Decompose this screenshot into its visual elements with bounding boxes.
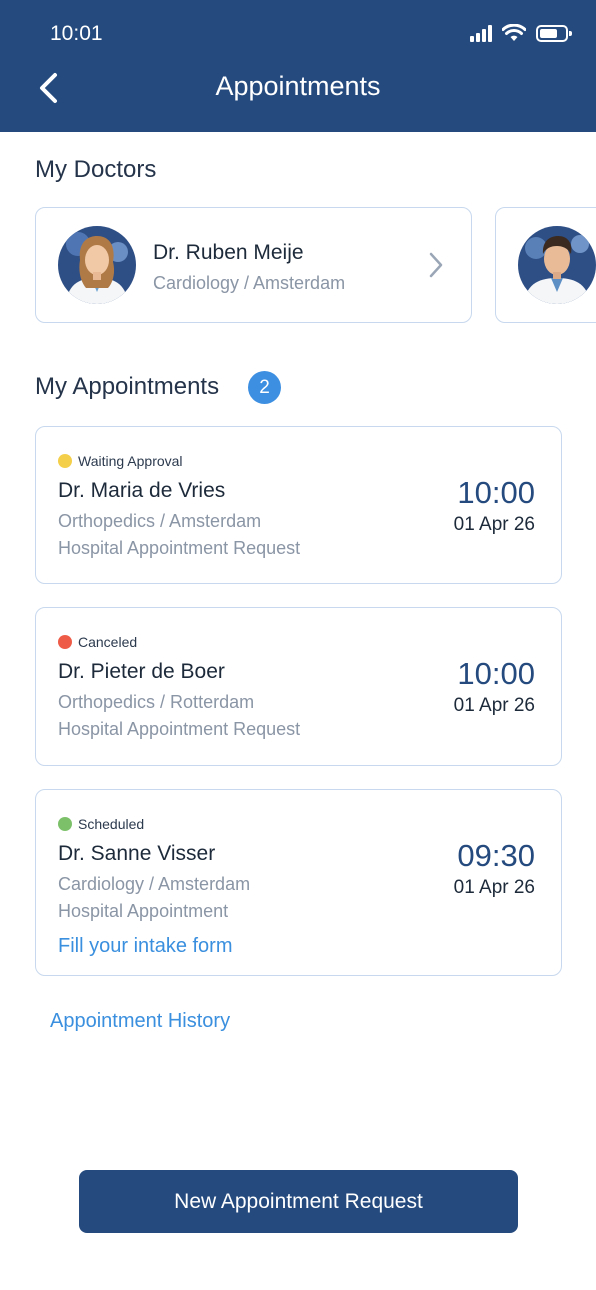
status-bar-time: 10:01 xyxy=(50,22,103,45)
status-bar-icons xyxy=(470,24,572,42)
my-doctors-heading: My Doctors xyxy=(35,156,157,183)
status-dot-green xyxy=(58,817,72,831)
battery-icon xyxy=(536,24,572,42)
my-appointments-heading: My Appointments xyxy=(35,373,220,400)
status-indicator: Canceled xyxy=(58,634,137,650)
appointment-doctor-name: Dr. Maria de Vries xyxy=(58,479,226,502)
doctor-card[interactable] xyxy=(495,207,596,323)
appointment-time: 09:30 xyxy=(457,838,535,873)
appointment-specialty: Orthopedics / Amsterdam xyxy=(58,511,262,531)
intake-form-link[interactable]: Fill your intake form xyxy=(58,935,233,958)
chevron-right-icon xyxy=(429,252,443,278)
status-label: Waiting Approval xyxy=(78,453,183,469)
appointment-date: 01 Apr 26 xyxy=(453,514,535,535)
app-header: 10:01 Appointments xyxy=(0,0,596,132)
appointment-date: 01 Apr 26 xyxy=(453,877,535,898)
appointment-type: Hospital Appointment xyxy=(58,901,229,921)
appointment-date: 01 Apr 26 xyxy=(453,695,535,716)
appointment-type: Hospital Appointment Request xyxy=(58,538,301,558)
doctor-avatar xyxy=(58,226,136,304)
status-label: Scheduled xyxy=(78,816,145,832)
cellular-signal-icon xyxy=(470,24,492,42)
appointment-history-link[interactable]: Appointment History xyxy=(50,1010,230,1033)
appointment-doctor-name: Dr. Pieter de Boer xyxy=(58,660,225,683)
appointment-specialty: Cardiology / Amsterdam xyxy=(58,874,251,894)
doctor-avatar xyxy=(518,226,596,304)
appointment-card[interactable]: Waiting Approval Dr. Maria de Vries Orth… xyxy=(35,426,562,584)
appointment-time: 10:00 xyxy=(457,475,535,510)
status-indicator: Scheduled xyxy=(58,816,144,832)
wifi-icon xyxy=(502,24,526,41)
appointment-specialty: Orthopedics / Rotterdam xyxy=(58,692,255,712)
appointment-type: Hospital Appointment Request xyxy=(58,719,301,739)
new-appointment-request-button[interactable]: New Appointment Request xyxy=(79,1170,518,1233)
appointment-card[interactable]: Canceled Dr. Pieter de Boer Orthopedics … xyxy=(35,607,562,766)
doctor-specialty: Cardiology / Amsterdam xyxy=(153,273,346,293)
status-indicator: Waiting Approval xyxy=(58,453,183,469)
appointments-count-badge: 2 xyxy=(248,371,281,404)
appointment-time: 10:00 xyxy=(457,656,535,691)
doctor-name: Dr. Ruben Meije xyxy=(153,241,304,264)
doctor-card[interactable]: Dr. Ruben Meije Cardiology / Amsterdam xyxy=(35,207,472,323)
status-dot-yellow xyxy=(58,454,72,468)
appointment-card[interactable]: Scheduled Dr. Sanne Visser Cardiology / … xyxy=(35,789,562,976)
doctors-carousel[interactable]: Dr. Ruben Meije Cardiology / Amsterdam xyxy=(35,207,596,325)
status-label: Canceled xyxy=(78,634,138,650)
status-dot-red xyxy=(58,635,72,649)
appointment-doctor-name: Dr. Sanne Visser xyxy=(58,842,216,865)
page-title: Appointments xyxy=(215,71,381,101)
